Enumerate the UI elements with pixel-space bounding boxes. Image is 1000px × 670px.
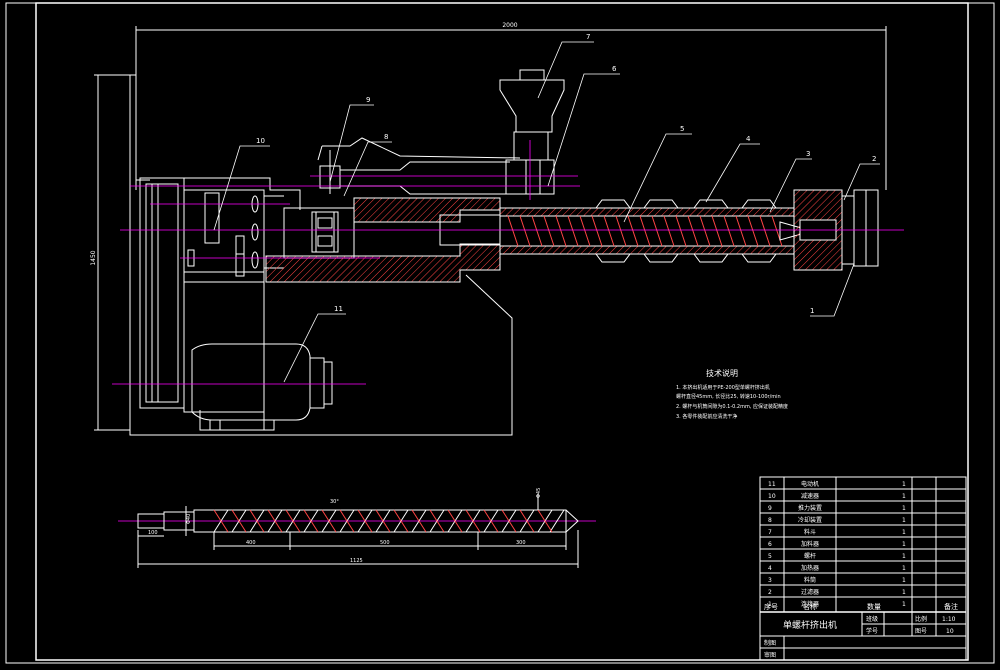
- tech-note-line-2: 螺杆直径45mm, 长径比25, 转速10-100r/min: [676, 393, 781, 400]
- callout-7: 7: [586, 33, 590, 41]
- bom-qty: 1: [902, 505, 906, 512]
- dim-seg3: 300: [516, 540, 526, 546]
- drawing-canvas: 2000 1450 10 9 8 7 6 5 4 3 2 1 11 技术说明 1…: [5, 2, 995, 664]
- drawing-no-value: 10: [946, 628, 954, 635]
- callout-4: 4: [746, 135, 751, 143]
- bom-name: 料斗: [804, 528, 816, 536]
- callout-10: 10: [256, 137, 265, 145]
- bom-qty: 1: [902, 493, 906, 500]
- bom-row: 7 料斗 1: [768, 528, 906, 536]
- bom-no: 4: [768, 565, 772, 572]
- bom-row: 10 减速器 1: [768, 492, 906, 500]
- drawing-no-label: 图号: [915, 628, 927, 635]
- dim-total: 1125: [350, 558, 363, 564]
- bom-row: 6 加料器 1: [768, 540, 906, 548]
- dim-angle: 30°: [330, 499, 339, 505]
- screw-detail-view: [118, 494, 596, 568]
- scale-label: 比例: [915, 615, 927, 623]
- callout-3: 3: [806, 150, 810, 158]
- bom-text: 11 电动机 1 10 减速器 1 9 推力装置 1 8 冷却装置 1 7 料斗…: [768, 480, 906, 608]
- bom-name: 过滤器: [801, 588, 819, 596]
- bom-qty: 1: [902, 589, 906, 596]
- tech-notes-title: 技术说明: [706, 368, 738, 378]
- callout-11: 11: [334, 305, 343, 313]
- overall-height-dim: 1450: [90, 250, 97, 265]
- bom-row: 9 推力装置 1: [768, 504, 906, 512]
- bom-name: 冷却装置: [798, 516, 822, 524]
- bom-qty: 1: [902, 601, 906, 608]
- tech-note-line-4: 3. 各零件装配前应清洗干净: [676, 413, 737, 420]
- bom-header-qty: 数量: [867, 602, 881, 611]
- bom-row: 11 电动机 1: [768, 480, 906, 488]
- bom-name: 减速器: [801, 492, 819, 500]
- dim-shank: 100: [148, 530, 158, 536]
- barrel-rear-hatch: [265, 243, 501, 283]
- screw-detail-dims: 100 Φ40 400 500 300 1125 30° Φ45: [148, 488, 542, 564]
- overall-length-dim: 2000: [502, 22, 517, 29]
- bom-row: 2 过滤器 1: [768, 588, 906, 596]
- bom-name: 推力装置: [798, 504, 822, 512]
- bill-of-materials: [759, 476, 967, 661]
- bom-no: 5: [768, 553, 772, 560]
- bom-qty: 1: [902, 553, 906, 560]
- bom-header-name: 名称: [803, 602, 817, 611]
- bom-header: 序号 名称 数量 备注: [764, 602, 958, 611]
- technical-notes: 技术说明 1. 本挤出机适用于PE-200型单螺杆挤出机 螺杆直径45mm, 长…: [676, 368, 788, 420]
- scale-value: 1:10: [942, 616, 956, 623]
- dim-seg2: 500: [380, 540, 390, 546]
- dim-d1: Φ40: [186, 514, 192, 524]
- bom-no: 8: [768, 517, 772, 524]
- callout-6: 6: [612, 65, 617, 73]
- barrel-upper-hatch: [353, 197, 501, 223]
- bom-row: 5 螺杆 1: [768, 552, 906, 560]
- main-assembly-view: 2000 1450: [90, 22, 887, 436]
- electric-motor: [183, 281, 333, 431]
- bom-no: 9: [768, 505, 772, 512]
- callout-1: 1: [810, 307, 814, 315]
- bom-qty: 1: [902, 517, 906, 524]
- bom-no: 7: [768, 529, 772, 536]
- checked-by-label: 审图: [764, 651, 776, 659]
- bom-header-note: 备注: [944, 602, 958, 611]
- bom-header-no: 序号: [764, 602, 778, 611]
- bom-no: 2: [768, 589, 772, 596]
- bom-name: 电动机: [801, 480, 819, 488]
- bom-name: 加料器: [801, 540, 819, 548]
- callout-9: 9: [366, 96, 370, 104]
- cad-drawing-sheet: 2000 1450 10 9 8 7 6 5 4 3 2 1 11 技术说明 1…: [0, 0, 1000, 666]
- bom-row-lines: [760, 488, 966, 660]
- bom-row: 3 料筒 1: [768, 576, 906, 584]
- bom-qty: 1: [902, 481, 906, 488]
- bom-no: 10: [768, 493, 776, 500]
- bom-row: 1 连接器 1: [768, 600, 906, 608]
- class-label: 班级: [866, 615, 878, 623]
- bom-name: 螺杆: [804, 552, 816, 560]
- bom-no: 11: [768, 481, 776, 488]
- callout-5: 5: [680, 125, 684, 133]
- bom-name: 料筒: [804, 576, 816, 584]
- tech-note-line-3: 2. 螺杆与机筒间隙为0.1-0.2mm, 应保证装配精度: [676, 403, 788, 410]
- bom-row: 4 加热器 1: [768, 564, 906, 572]
- drawn-by-label: 制图: [764, 639, 776, 647]
- callout-8: 8: [384, 133, 388, 141]
- bom-no: 6: [768, 541, 772, 548]
- bom-qty: 1: [902, 577, 906, 584]
- bom-qty: 1: [902, 529, 906, 536]
- dim-d2: Φ45: [536, 488, 542, 498]
- callout-2: 2: [872, 155, 876, 163]
- student-label: 学号: [866, 627, 878, 635]
- bom-name: 加热器: [801, 564, 819, 572]
- dim-seg1: 400: [246, 540, 256, 546]
- drawing-title: 单螺杆挤出机: [783, 619, 837, 631]
- bom-qty: 1: [902, 565, 906, 572]
- bom-qty: 1: [902, 541, 906, 548]
- bom-no: 3: [768, 577, 772, 584]
- bom-row: 8 冷却装置 1: [768, 516, 906, 524]
- title-block: 单螺杆挤出机 班级 学号 比例 1:10 图号 10 制图 审图: [764, 615, 956, 659]
- tech-note-line-1: 1. 本挤出机适用于PE-200型单螺杆挤出机: [676, 384, 770, 391]
